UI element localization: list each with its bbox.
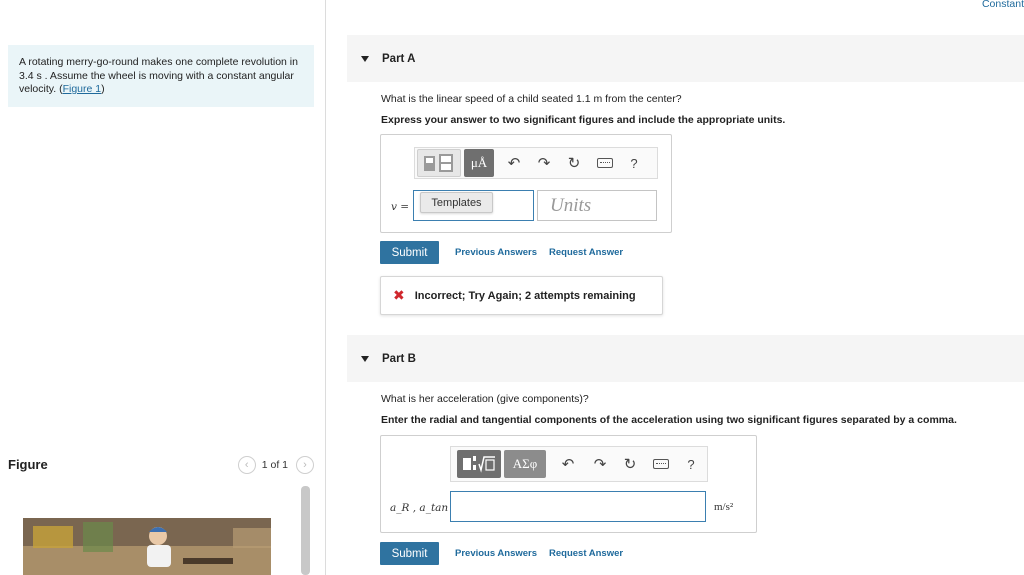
fraction-sqrt-template-icon[interactable] bbox=[457, 450, 501, 478]
keyboard-icon[interactable] bbox=[646, 450, 676, 478]
part-b-value-input[interactable] bbox=[450, 491, 706, 522]
part-a-instruction: Express your answer to two significant f… bbox=[381, 114, 786, 126]
pager-text: 1 of 1 bbox=[261, 459, 288, 471]
problem-statement: A rotating merry-go-round makes one comp… bbox=[8, 45, 314, 107]
figure-pager: ‹ 1 of 1 › bbox=[237, 455, 314, 475]
undo-icon[interactable]: ↶ bbox=[554, 450, 582, 478]
part-a-variable-label: v = bbox=[391, 201, 410, 213]
part-b-unit-label: m/s² bbox=[714, 501, 734, 513]
redo-icon[interactable]: ↷ bbox=[586, 450, 614, 478]
part-a-previous-answers-link[interactable]: Previous Answers bbox=[455, 247, 537, 258]
constants-link[interactable]: Constant bbox=[982, 0, 1024, 10]
problem-text: A rotating merry-go-round makes one comp… bbox=[19, 56, 298, 95]
part-b-instruction: Enter the radial and tangential componen… bbox=[381, 414, 957, 426]
figure-title: Figure bbox=[8, 457, 48, 472]
part-b-toolbar: ΑΣφ ↶ ↷ ↻ ? bbox=[450, 446, 708, 482]
part-a-feedback: ✖ Incorrect; Try Again; 2 attempts remai… bbox=[380, 276, 663, 315]
part-b-header[interactable]: Part B bbox=[347, 335, 1024, 382]
figure-header: Figure ‹ 1 of 1 › bbox=[8, 455, 314, 475]
units-symbol-button[interactable]: μÅ bbox=[464, 149, 494, 177]
keyboard-icon[interactable] bbox=[590, 149, 620, 177]
chevron-left-icon[interactable]: ‹ bbox=[237, 456, 256, 474]
part-a-toolbar: μÅ ↶ ↷ ↻ ? bbox=[414, 147, 658, 179]
help-button[interactable]: ? bbox=[622, 149, 646, 177]
chevron-right-icon[interactable]: › bbox=[296, 456, 314, 474]
part-b-previous-answers-link[interactable]: Previous Answers bbox=[455, 548, 537, 559]
templates-tooltip: Templates bbox=[420, 192, 493, 213]
part-a-submit-button[interactable]: Submit bbox=[380, 241, 439, 264]
redo-icon[interactable]: ↷ bbox=[530, 149, 558, 177]
help-button[interactable]: ? bbox=[678, 450, 704, 478]
figure-image bbox=[23, 518, 271, 575]
figure-photo-illustration bbox=[23, 518, 271, 575]
collapse-caret-icon[interactable] bbox=[361, 55, 369, 62]
figure-scrollbar[interactable] bbox=[301, 486, 310, 575]
part-b-request-answer-link[interactable]: Request Answer bbox=[549, 548, 623, 559]
part-a-question: What is the linear speed of a child seat… bbox=[381, 93, 682, 105]
part-b-question: What is her acceleration (give component… bbox=[381, 393, 589, 405]
units-placeholder: Units bbox=[550, 195, 592, 216]
part-a-request-answer-link[interactable]: Request Answer bbox=[549, 247, 623, 258]
left-panel: A rotating merry-go-round makes one comp… bbox=[0, 0, 326, 575]
incorrect-x-icon: ✖ bbox=[393, 287, 405, 303]
collapse-caret-icon[interactable] bbox=[361, 355, 369, 362]
greek-symbols-button[interactable]: ΑΣφ bbox=[504, 450, 546, 478]
part-a-title: Part A bbox=[382, 52, 416, 65]
part-b-title: Part B bbox=[382, 352, 416, 365]
part-a-units-input[interactable]: Units bbox=[537, 190, 657, 221]
part-b-submit-button[interactable]: Submit bbox=[380, 542, 439, 565]
templates-icon[interactable] bbox=[417, 149, 461, 177]
undo-icon[interactable]: ↶ bbox=[500, 149, 528, 177]
reset-icon[interactable]: ↻ bbox=[560, 149, 588, 177]
feedback-text: Incorrect; Try Again; 2 attempts remaini… bbox=[414, 289, 636, 302]
figure-link[interactable]: Figure 1 bbox=[63, 83, 102, 95]
part-a-header[interactable]: Part A bbox=[347, 35, 1024, 82]
reset-icon[interactable]: ↻ bbox=[616, 450, 644, 478]
problem-close-paren: ) bbox=[101, 83, 105, 95]
